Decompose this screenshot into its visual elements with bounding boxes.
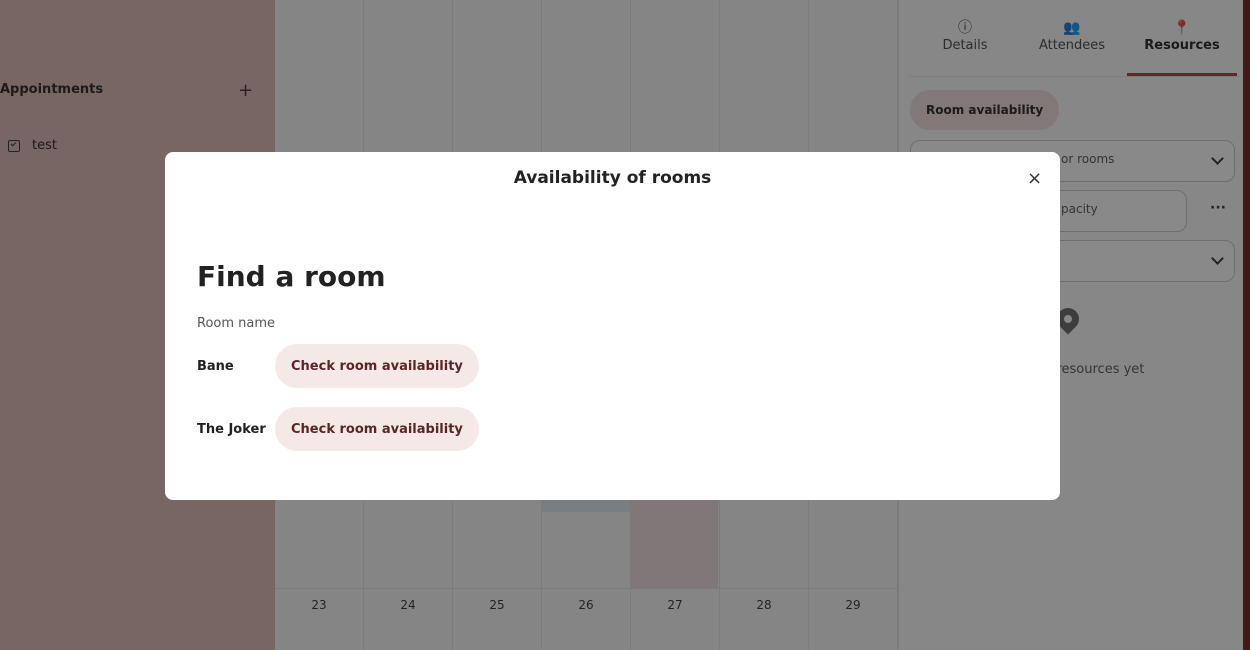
find-room-heading: Find a room (197, 260, 386, 293)
availability-modal: Availability of rooms × Find a room Room… (165, 152, 1060, 500)
room-name: The Joker (197, 421, 266, 437)
check-availability-button[interactable]: Check room availability (275, 407, 479, 451)
room-name-label: Room name (197, 316, 276, 331)
room-row: Bane Check room availability (197, 344, 479, 388)
check-availability-button[interactable]: Check room availability (275, 344, 479, 388)
room-name: Bane (197, 358, 234, 374)
close-icon[interactable]: × (1027, 168, 1042, 189)
room-row: The Joker Check room availability (197, 407, 479, 451)
modal-title: Availability of rooms (513, 168, 712, 188)
